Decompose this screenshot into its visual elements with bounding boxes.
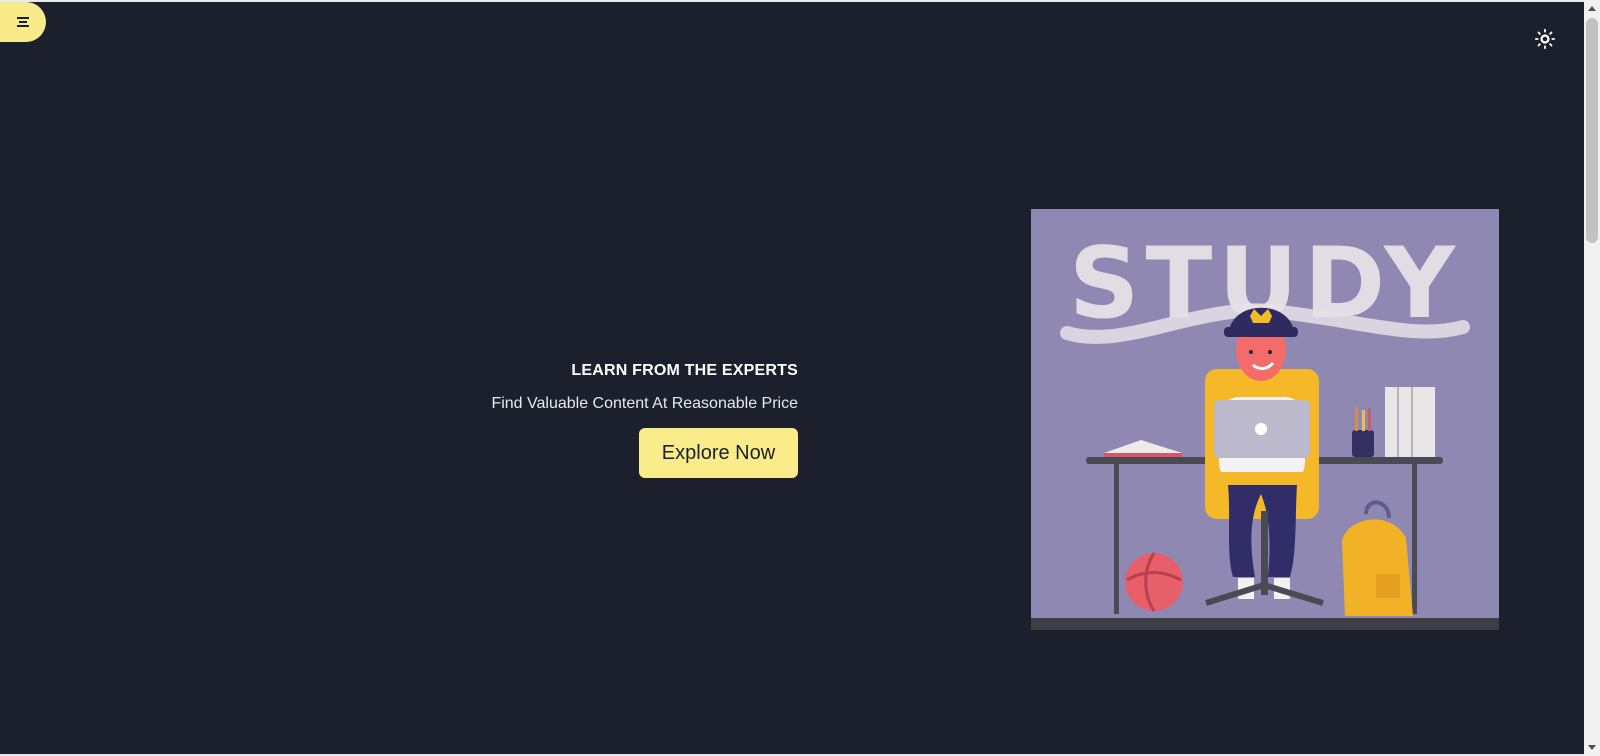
sun-icon[interactable] (1534, 28, 1556, 50)
hero-text: LEARN FROM THE EXPERTS Find Valuable Con… (460, 362, 798, 413)
scroll-down-arrow-icon[interactable] (1588, 745, 1596, 750)
hero-subtitle: Find Valuable Content At Reasonable Pric… (491, 395, 798, 412)
browser-top-border (0, 0, 1584, 2)
hero-title: LEARN FROM THE EXPERTS (571, 362, 798, 379)
explore-now-button[interactable]: Explore Now (639, 428, 798, 478)
scrollbar-thumb[interactable] (1586, 18, 1598, 243)
study-illustration: STUDY (1031, 209, 1499, 630)
menu-button[interactable] (0, 2, 46, 42)
scroll-up-arrow-icon[interactable] (1588, 6, 1596, 11)
hero-illustration: STUDY (1031, 209, 1499, 630)
menu-icon (17, 16, 29, 28)
vertical-scrollbar[interactable] (1584, 0, 1600, 756)
